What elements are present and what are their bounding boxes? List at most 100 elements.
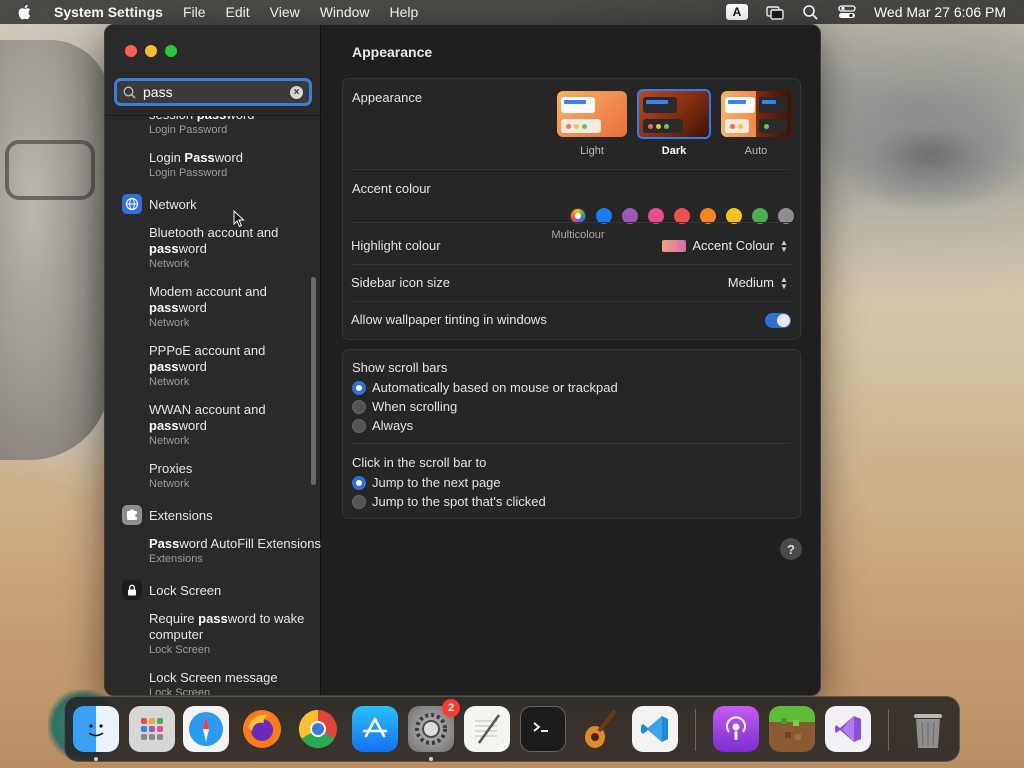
wallpaper-hat	[830, 100, 1024, 210]
menu-edit[interactable]: Edit	[216, 4, 260, 20]
terminal-icon[interactable]	[520, 706, 566, 752]
result-title: Require password to wake computer	[149, 611, 305, 642]
launchpad-icon[interactable]	[129, 706, 175, 752]
result-subtitle: Network	[149, 435, 190, 447]
result-modem-account[interactable]: Modem account and password Network	[105, 284, 321, 330]
search-input[interactable]	[143, 84, 290, 100]
accent-green-swatch[interactable]	[752, 208, 768, 224]
result-login-password[interactable]: Login Password Login Password	[105, 150, 321, 180]
result-subtitle: Lock Screen	[149, 687, 211, 696]
window-controls	[125, 45, 177, 57]
result-wwan-account[interactable]: WWAN account and password Network	[105, 402, 321, 448]
menu-bar: System Settings File Edit View Window He…	[0, 0, 1024, 24]
minecraft-icon[interactable]	[769, 706, 815, 752]
page-title: Appearance	[352, 44, 433, 60]
control-center-icon[interactable]	[838, 4, 856, 20]
close-window-button[interactable]	[125, 45, 137, 57]
option-label: Automatically based on mouse or trackpad	[372, 380, 618, 395]
menu-view[interactable]: View	[260, 4, 310, 20]
menu-file[interactable]: File	[173, 4, 216, 20]
clear-search-icon[interactable]: ×	[290, 85, 303, 99]
result-title: session password	[149, 116, 321, 123]
input-source-icon[interactable]: A	[725, 4, 748, 20]
section-label: Lock Screen	[149, 582, 222, 598]
accent-yellow-swatch[interactable]	[726, 208, 742, 224]
radio-unselected-icon	[352, 399, 366, 414]
dock: 2	[64, 696, 960, 762]
search-field: ×	[114, 78, 312, 106]
sidebar: × session password Login Password Login …	[105, 25, 321, 695]
wallpaper-tinting-toggle[interactable]	[765, 313, 791, 328]
trash-icon[interactable]	[905, 706, 951, 752]
result-subtitle: Login Password	[149, 124, 228, 136]
result-session-password[interactable]: session password Login Password	[105, 116, 321, 137]
sidebar-scrollbar[interactable]	[311, 277, 316, 485]
scroll-bars-when-scrolling-option[interactable]: When scrolling	[352, 399, 457, 414]
result-bluetooth-account[interactable]: Bluetooth account and password Network	[105, 225, 321, 271]
textedit-icon[interactable]	[464, 706, 510, 752]
result-lock-screen-message[interactable]: Lock Screen message Lock Screen	[105, 670, 321, 696]
accent-multicolour-swatch[interactable]	[570, 208, 586, 224]
garageband-icon[interactable]	[576, 706, 622, 752]
result-require-password[interactable]: Require password to wake computer Lock S…	[105, 611, 321, 657]
option-label: Always	[372, 418, 414, 433]
app-store-icon[interactable]	[352, 706, 398, 752]
vscode-icon[interactable]	[632, 706, 678, 752]
result-proxies[interactable]: Proxies Network	[105, 461, 321, 491]
click-jump-next-page-option[interactable]: Jump to the next page	[352, 475, 501, 490]
system-settings-icon[interactable]: 2	[408, 699, 460, 752]
dock-separator	[695, 709, 696, 751]
result-password-autofill[interactable]: Password AutoFill Extensions Extensions	[105, 536, 321, 566]
appearance-label: Appearance	[352, 90, 423, 105]
system-settings-running-indicator	[429, 757, 433, 761]
wallpaper-face	[0, 40, 110, 460]
screen-mirroring-icon[interactable]	[766, 4, 784, 20]
menu-app-name[interactable]: System Settings	[48, 4, 173, 20]
accent-red-swatch[interactable]	[674, 208, 690, 224]
finder-icon[interactable]	[73, 706, 119, 752]
result-subtitle: Lock Screen	[149, 644, 211, 656]
apple-menu-icon[interactable]	[0, 4, 48, 20]
finder-running-indicator	[94, 757, 98, 761]
accent-orange-swatch[interactable]	[700, 208, 716, 224]
result-pppoe-account[interactable]: PPPoE account and password Network	[105, 343, 321, 389]
radio-unselected-icon	[352, 494, 366, 509]
menu-help[interactable]: Help	[380, 4, 429, 20]
result-title: PPPoE account and password	[149, 343, 266, 374]
safari-icon[interactable]	[183, 706, 229, 752]
result-title: Bluetooth account and password	[149, 225, 279, 256]
system-settings-window: × session password Login Password Login …	[104, 24, 821, 696]
click-scroll-bar-label: Click in the scroll bar to	[352, 455, 487, 470]
show-scroll-bars-label: Show scroll bars	[352, 360, 448, 375]
help-button[interactable]: ?	[780, 538, 802, 560]
chrome-icon[interactable]	[295, 706, 341, 752]
zoom-window-button[interactable]	[165, 45, 177, 57]
result-title: Password AutoFill Extensions	[149, 536, 321, 551]
visual-studio-icon[interactable]	[825, 706, 871, 752]
section-lock-screen[interactable]: Lock Screen	[105, 579, 321, 601]
accent-pink-swatch[interactable]	[648, 208, 664, 224]
appearance-pane: Appearance Appearance Light Dark Auto Ac…	[322, 25, 820, 695]
podcasts-icon[interactable]	[713, 706, 759, 752]
accent-blue-swatch[interactable]	[596, 208, 612, 224]
appearance-light-thumbnail[interactable]	[557, 91, 627, 137]
scroll-bars-always-option[interactable]: Always	[352, 418, 413, 433]
scroll-bars-automatic-option[interactable]: Automatically based on mouse or trackpad	[352, 380, 618, 395]
firefox-icon[interactable]	[239, 706, 285, 752]
click-jump-spot-option[interactable]: Jump to the spot that's clicked	[352, 494, 546, 509]
accent-graphite-swatch[interactable]	[778, 208, 794, 224]
radio-selected-icon	[352, 380, 366, 395]
accent-purple-swatch[interactable]	[622, 208, 638, 224]
minimize-window-button[interactable]	[145, 45, 157, 57]
result-title: Modem account and password	[149, 284, 267, 315]
spotlight-search-icon[interactable]	[802, 4, 820, 20]
section-network[interactable]: Network	[105, 193, 321, 215]
menu-window[interactable]: Window	[310, 4, 380, 20]
appearance-auto-thumbnail[interactable]	[721, 91, 791, 137]
section-extensions[interactable]: Extensions	[105, 504, 321, 526]
appearance-dark-thumbnail[interactable]	[637, 89, 711, 139]
radio-selected-icon	[352, 475, 366, 490]
menu-clock[interactable]: Wed Mar 27 6:06 PM	[874, 4, 1006, 20]
puzzle-icon	[122, 505, 142, 525]
result-subtitle: Network	[149, 258, 190, 270]
